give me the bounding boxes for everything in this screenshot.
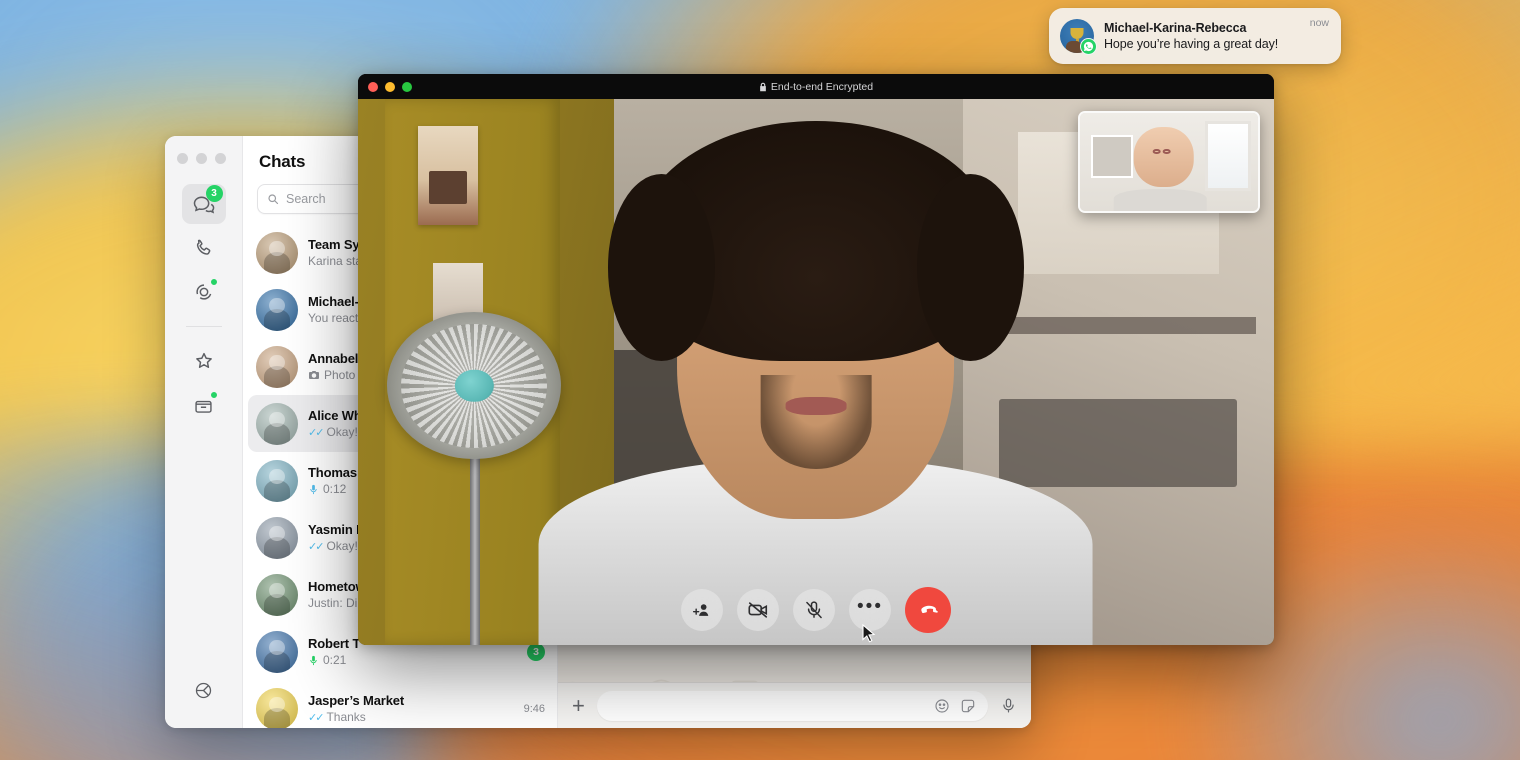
lock-icon (760, 82, 766, 91)
close-button[interactable] (177, 153, 188, 164)
rail-item-chats[interactable]: 3 (181, 184, 226, 224)
window-traffic-lights[interactable] (177, 153, 226, 164)
chats-unread-badge: 3 (205, 185, 223, 202)
toggle-video-button[interactable] (737, 589, 779, 631)
nav-rail: 3 (165, 136, 243, 728)
status-dot (209, 278, 218, 286)
chat-preview: 0:21 (308, 653, 517, 667)
avatar (256, 231, 298, 274)
phone-icon (196, 239, 210, 255)
rail-divider (185, 326, 222, 327)
archived-dot (209, 391, 218, 399)
rail-item-calls[interactable] (182, 228, 226, 268)
remote-participant (539, 99, 1093, 645)
double-check-icon: ✓✓ (308, 426, 325, 439)
rail-item-archived[interactable] (182, 385, 226, 425)
avatar (256, 459, 298, 502)
add-person-icon (692, 604, 709, 616)
mouse-cursor (862, 624, 876, 643)
self-view-pip[interactable] (1078, 111, 1260, 213)
video-off-icon (748, 602, 768, 618)
emoji-icon[interactable] (934, 698, 950, 714)
call-close-button[interactable] (368, 81, 378, 92)
chat-timestamp: 9:46 (523, 702, 545, 715)
whatsapp-icon (1080, 38, 1097, 55)
mic-off-icon (806, 601, 822, 619)
star-icon (195, 352, 212, 368)
avatar (256, 573, 298, 616)
camera-icon (309, 371, 319, 379)
call-controls: ••• (358, 587, 1274, 633)
avatar (256, 630, 298, 673)
call-minimize-button[interactable] (385, 81, 395, 92)
double-check-icon: ✓✓ (308, 711, 325, 724)
rail-item-starred[interactable] (182, 341, 226, 381)
add-participant-button[interactable] (681, 589, 723, 631)
video-call-window[interactable]: End-to-end Encrypted ••• (358, 74, 1274, 645)
mic-blue-icon (310, 484, 317, 494)
notification-banner[interactable]: Michael-Karina-Rebecca Hope you’re havin… (1049, 8, 1341, 64)
search-placeholder: Search (286, 192, 326, 206)
avatar (1060, 19, 1097, 55)
notification-time: now (1309, 17, 1329, 29)
search-icon (268, 194, 279, 205)
microphone-icon[interactable] (1000, 697, 1017, 714)
end-call-button[interactable] (905, 587, 951, 633)
more-icon: ••• (857, 596, 883, 617)
toggle-mic-button[interactable] (793, 589, 835, 631)
avatar (256, 345, 298, 388)
call-traffic-lights[interactable] (368, 81, 412, 92)
minimize-button[interactable] (196, 153, 207, 164)
notification-body: Hope you’re having a great day! (1104, 37, 1279, 51)
avatar (256, 402, 298, 445)
composer-bar: + (558, 682, 1031, 728)
message-input[interactable] (596, 690, 988, 721)
call-encryption-label: End-to-end Encrypted (770, 80, 874, 93)
chat-preview: ✓✓ Thanks (308, 710, 366, 724)
avatar (256, 687, 298, 728)
plus-icon[interactable]: + (572, 694, 585, 717)
double-check-icon: ✓✓ (308, 540, 325, 553)
notification-title: Michael-Karina-Rebecca (1104, 21, 1247, 35)
chat-list-item[interactable]: Jasper’s Market ✓✓ Thanks 9:46 (243, 680, 557, 728)
zoom-button[interactable] (215, 153, 226, 164)
settings-icon (195, 682, 212, 698)
rail-item-settings[interactable] (182, 670, 226, 710)
end-call-icon (920, 605, 938, 613)
call-zoom-button[interactable] (402, 81, 412, 92)
call-video-stage: ••• (358, 99, 1274, 645)
rail-item-status[interactable] (182, 272, 226, 312)
chat-name: Jasper’s Market (308, 693, 405, 708)
avatar (256, 288, 298, 331)
call-title-bar: End-to-end Encrypted (358, 74, 1274, 99)
mic-green-icon (310, 655, 317, 665)
sticker-icon[interactable] (960, 698, 976, 714)
unread-badge: 3 (527, 642, 545, 661)
avatar (256, 516, 298, 559)
